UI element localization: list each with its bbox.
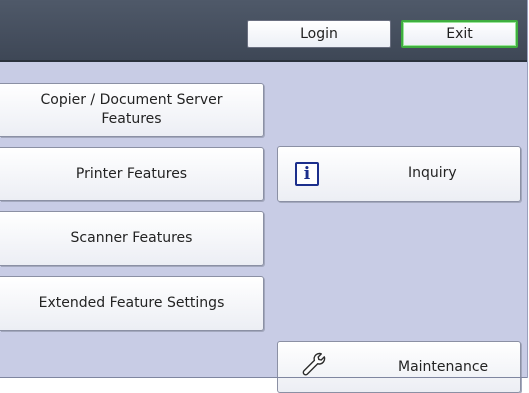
exit-button[interactable]: Exit bbox=[401, 20, 518, 48]
maintenance-label: Maintenance bbox=[398, 359, 489, 375]
inquiry-button[interactable]: i Inquiry bbox=[277, 146, 521, 202]
maintenance-button[interactable]: Maintenance bbox=[277, 341, 521, 393]
login-button[interactable]: Login bbox=[247, 20, 391, 48]
copier-document-server-features-label: Copier / Document Server Features bbox=[40, 92, 223, 127]
scanner-features-button[interactable]: Scanner Features bbox=[0, 211, 264, 266]
wrench-icon bbox=[302, 352, 326, 376]
inquiry-label: Inquiry bbox=[408, 165, 457, 181]
extended-feature-settings-label: Extended Feature Settings bbox=[38, 295, 225, 311]
extended-feature-settings-button[interactable]: Extended Feature Settings bbox=[0, 276, 264, 331]
copier-document-server-features-button[interactable]: Copier / Document Server Features bbox=[0, 83, 264, 137]
user-tools-screen: Login Exit Copier / Document Server Feat… bbox=[0, 0, 529, 393]
printer-features-label: Printer Features bbox=[75, 165, 188, 182]
printer-features-button[interactable]: Printer Features bbox=[0, 147, 264, 201]
top-bar: Login Exit bbox=[0, 0, 527, 62]
info-icon: i bbox=[295, 162, 319, 186]
main-panel: Login Exit Copier / Document Server Feat… bbox=[0, 0, 528, 393]
scanner-features-label: Scanner Features bbox=[70, 230, 193, 246]
